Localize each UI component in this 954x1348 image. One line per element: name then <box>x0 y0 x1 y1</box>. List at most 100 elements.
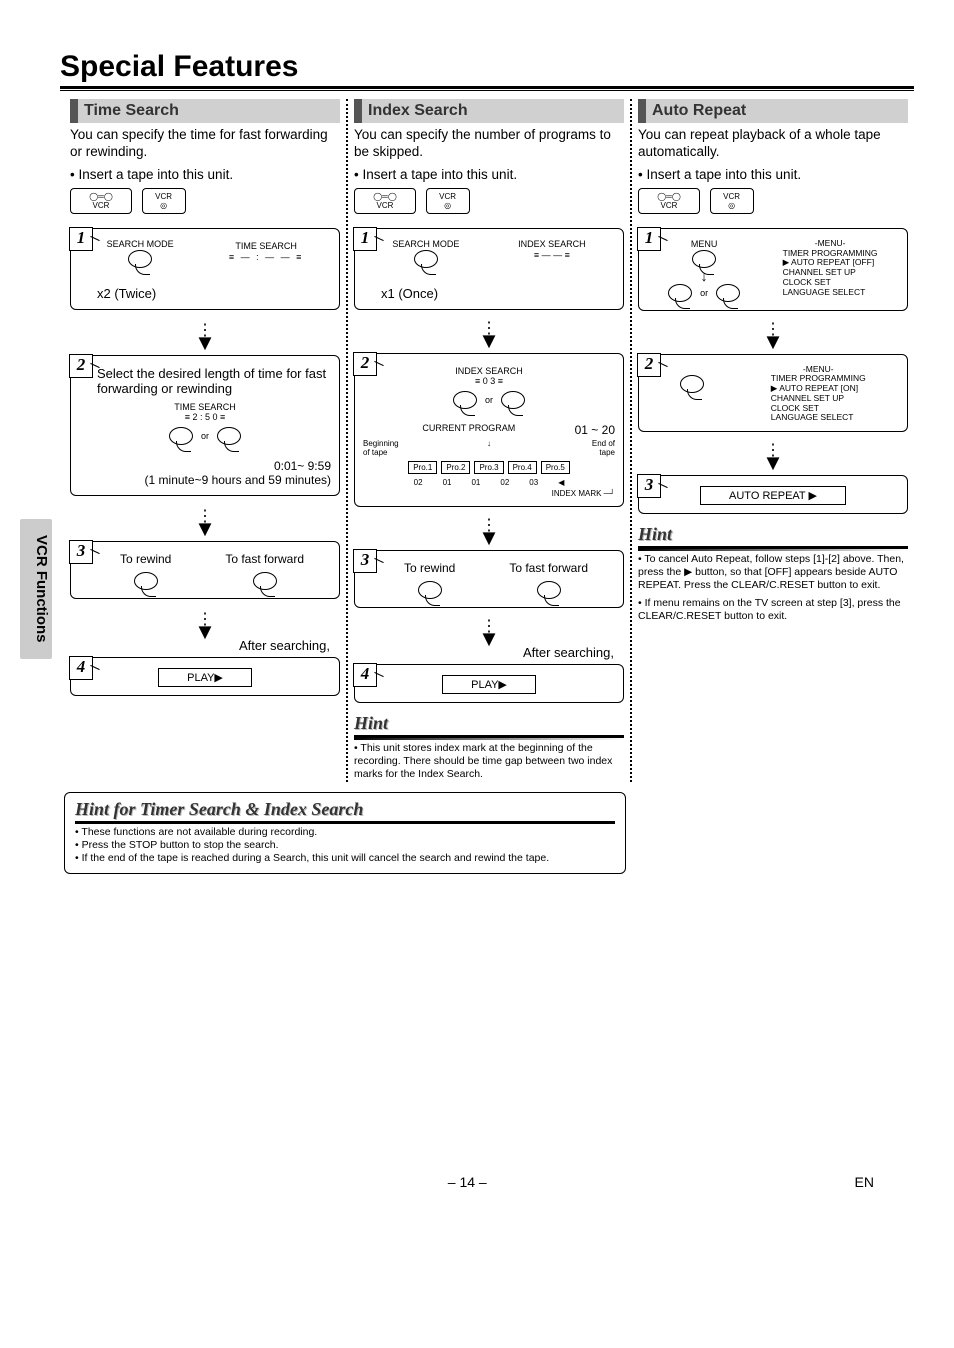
auto-step-1: 1 MENU ↓ or -MENU- TIMER PR <box>638 228 908 311</box>
hint-auto-line: • If menu remains on the TV screen at st… <box>638 597 908 623</box>
down-knob-icon <box>501 391 525 409</box>
search-mode-label: SEARCH MODE <box>107 239 174 250</box>
index-display-title: INDEX SEARCH <box>518 239 586 249</box>
step-number: 3 <box>637 474 661 498</box>
time-search-display-value: ≡ — : — — ≡ <box>229 252 304 262</box>
step-number: 3 <box>353 549 377 573</box>
page-number: – 14 – <box>448 1174 487 1190</box>
rewind-knob-icon <box>134 572 158 590</box>
step-number: 2 <box>69 354 93 378</box>
step-number: 1 <box>637 227 661 251</box>
vcr-chip-icon: VCR◎ <box>142 188 186 214</box>
idx-num: 03 <box>529 478 538 487</box>
search-mode-knob-icon <box>414 250 438 268</box>
after-searching-label: After searching, <box>70 638 330 653</box>
menu-knob-icon <box>692 250 716 268</box>
time-step-1: 1 SEARCH MODE TIME SEARCH ≡ — : — — ≡ x2… <box>70 228 340 310</box>
to-ff-label: To fast forward <box>225 552 304 566</box>
tape-icon-label: VCR <box>377 201 394 210</box>
vcr-chip-label: VCR <box>439 192 456 201</box>
header-index-search: Index Search <box>354 99 624 123</box>
to-ff-label: To fast forward <box>509 561 588 575</box>
tape-icon-label: VCR <box>661 201 678 210</box>
begin-tape-label: Beginning of tape <box>363 439 403 457</box>
auto-repeat-display: AUTO REPEAT ▶ <box>700 486 846 505</box>
pro-cell: Pro.4 <box>508 461 537 474</box>
auto-step-3: 3 AUTO REPEAT ▶ <box>638 475 908 514</box>
arrow-down-icon <box>354 517 624 544</box>
side-tab-vcr-functions: VCR Functions <box>20 519 52 659</box>
intro-time-search: You can specify the time for fast forwar… <box>70 127 340 161</box>
index-range: 01 ~ 20 <box>575 423 615 437</box>
hint-auto-line: • To cancel Auto Repeat, follow steps [1… <box>638 553 908 592</box>
insert-tape-index: • Insert a tape into this unit. <box>354 167 624 182</box>
bottom-hint-line: • These functions are not available duri… <box>75 826 615 839</box>
up-knob-icon <box>453 391 477 409</box>
to-rewind-label: To rewind <box>404 561 455 575</box>
step-number: 2 <box>637 353 661 377</box>
menu-line: LANGUAGE SELECT <box>783 288 878 298</box>
hint-body-index: • This unit stores index mark at the beg… <box>354 738 624 781</box>
down-knob-icon <box>217 427 241 445</box>
time-step1-caption: x2 (Twice) <box>97 286 331 301</box>
time-search2-value: ≡ 2 : 5 0 ≡ <box>185 412 226 422</box>
bottom-hint-title: Hint for Timer Search & Index Search <box>75 799 615 821</box>
end-tape-label: End of tape <box>575 439 615 457</box>
vcr-chip-label: VCR <box>155 192 172 201</box>
time-range: 0:01~ 9:59 <box>274 459 331 473</box>
rule-thick <box>60 86 914 89</box>
pro-cell: Pro.3 <box>474 461 503 474</box>
menu-line: LANGUAGE SELECT <box>771 413 866 423</box>
index-step-3: 3 To rewind To fast forward <box>354 550 624 608</box>
header-time-search: Time Search <box>70 99 340 123</box>
or-label: or <box>485 395 493 405</box>
arrow-down-icon <box>638 321 908 348</box>
arrow-down-icon <box>70 611 340 638</box>
index2-title: INDEX SEARCH <box>455 366 523 376</box>
idx-num: 02 <box>414 478 423 487</box>
index-step-4: 4 PLAY▶ <box>354 664 624 703</box>
index-step-2: 2 INDEX SEARCH ≡ 0 3 ≡ or CURRENT PROGRA… <box>354 353 624 508</box>
pro-cell: Pro.5 <box>541 461 570 474</box>
pro-cell: Pro.2 <box>441 461 470 474</box>
insert-tape-auto: • Insert a tape into this unit. <box>638 167 908 182</box>
page-lang: EN <box>855 1174 874 1190</box>
time-step2-text: Select the desired length of time for fa… <box>97 366 331 396</box>
idx-num: 02 <box>500 478 509 487</box>
bottom-hint-line: • Press the STOP button to stop the sear… <box>75 839 615 852</box>
tape-icon-label: VCR <box>93 201 110 210</box>
play-display: PLAY▶ <box>442 675 536 694</box>
time-step-4: 4 PLAY▶ <box>70 657 340 696</box>
arrow-down-icon <box>638 442 908 469</box>
header-auto-repeat: Auto Repeat <box>638 99 908 123</box>
search-mode-label: SEARCH MODE <box>392 239 459 250</box>
index-step1-caption: x1 (Once) <box>381 286 615 301</box>
idx-num: 01 <box>443 478 452 487</box>
auto-step-2: 2 -MENU- TIMER PROGRAMMING ▶ AUTO REPEAT… <box>638 354 908 433</box>
insert-tape-time: • Insert a tape into this unit. <box>70 167 340 182</box>
arrow-down-icon <box>354 618 624 645</box>
to-rewind-label: To rewind <box>120 552 171 566</box>
play-display: PLAY▶ <box>158 668 252 687</box>
step-number: 1 <box>353 227 377 251</box>
vcr-chip-label: VCR <box>723 192 740 201</box>
right-knob-icon <box>680 375 704 393</box>
intro-auto-repeat: You can repeat playback of a whole tape … <box>638 127 908 161</box>
time-search-display-title: TIME SEARCH <box>235 241 297 251</box>
current-program-label: CURRENT PROGRAM <box>422 423 515 437</box>
rewind-knob-icon <box>418 581 442 599</box>
hint-title-index: Hint <box>354 713 624 738</box>
index-step-1: 1 SEARCH MODE INDEX SEARCH ≡ — — ≡ x1 (O… <box>354 228 624 310</box>
time-search2-title: TIME SEARCH <box>174 402 236 412</box>
ff-knob-icon <box>537 581 561 599</box>
arrow-down-icon <box>70 508 340 535</box>
rule-thin <box>60 90 914 91</box>
step-number: 4 <box>69 656 93 680</box>
up-knob-icon <box>668 284 692 302</box>
page-title: Special Features <box>60 50 914 84</box>
idx-num: 01 <box>471 478 480 487</box>
or-label: or <box>201 431 209 441</box>
time-step-3: 3 To rewind To fast forward <box>70 541 340 599</box>
hint-title-auto: Hint <box>638 524 908 549</box>
step-number: 2 <box>353 352 377 376</box>
